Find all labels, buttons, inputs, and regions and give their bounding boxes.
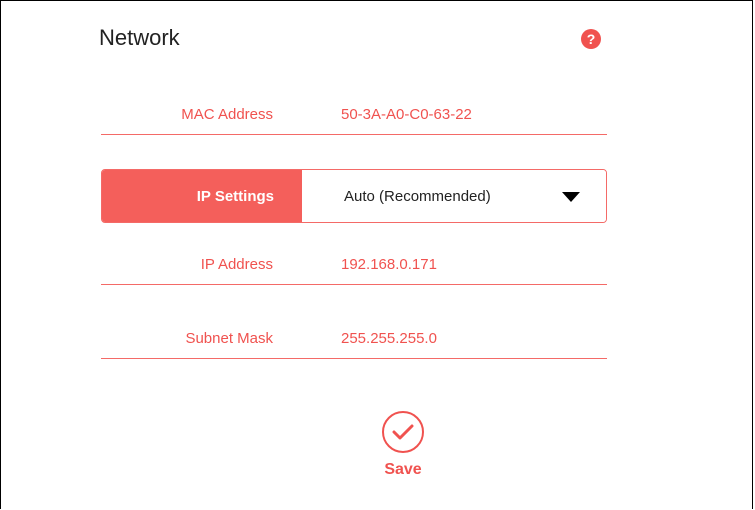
ip-address-value: 192.168.0.171 — [341, 256, 437, 273]
subnet-mask-label: Subnet Mask — [185, 330, 273, 347]
mac-address-row: MAC Address 50-3A-A0-C0-63-22 — [101, 100, 607, 135]
ip-address-row: IP Address 192.168.0.171 — [101, 250, 607, 285]
dropdown-caret-icon[interactable] — [562, 192, 580, 202]
subnet-mask-row: Subnet Mask 255.255.255.0 — [101, 324, 607, 359]
network-panel: Network ? MAC Address 50-3A-A0-C0-63-22 … — [0, 0, 753, 509]
ip-settings-row: IP Settings Auto (Recommended) — [101, 169, 607, 223]
ip-address-label: IP Address — [200, 256, 273, 273]
mac-address-label: MAC Address — [181, 106, 273, 123]
ip-settings-dropdown[interactable]: Auto (Recommended) — [302, 170, 606, 222]
subnet-mask-value: 255.255.255.0 — [341, 330, 437, 347]
page-title: Network — [99, 25, 180, 50]
ip-settings-selected-value: Auto (Recommended) — [344, 188, 491, 205]
checkmark-circle-icon[interactable] — [382, 411, 424, 453]
help-icon[interactable]: ? — [581, 29, 601, 49]
ip-settings-label: IP Settings — [196, 188, 274, 205]
mac-address-value: 50-3A-A0-C0-63-22 — [341, 106, 472, 123]
save-button[interactable]: Save — [373, 411, 433, 479]
save-label[interactable]: Save — [373, 461, 433, 479]
ip-settings-label-box: IP Settings — [102, 170, 302, 222]
